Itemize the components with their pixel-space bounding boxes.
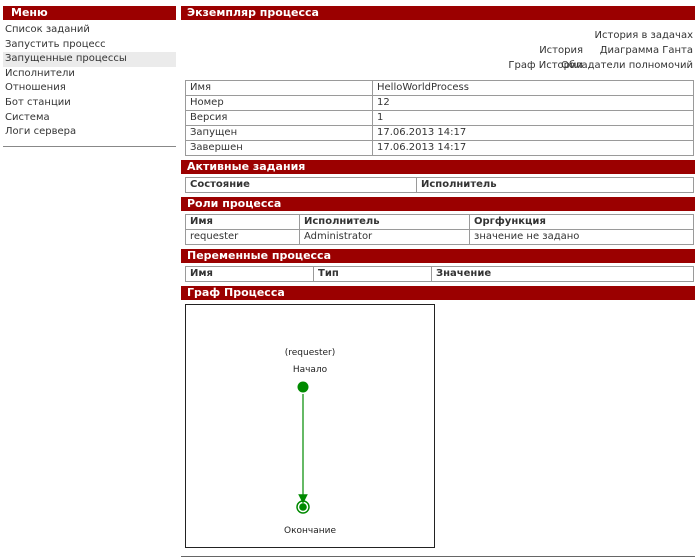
info-value-started: 17.06.2013 14:17: [372, 125, 694, 141]
table-row: requester Administrator значение не зада…: [185, 229, 694, 245]
sidebar-title: Меню: [3, 6, 176, 20]
gantt-chart-link[interactable]: Диаграмма Ганта: [600, 45, 693, 56]
info-label-finished: Завершен: [185, 140, 373, 156]
sidebar-list: Список заданий Запустить процесс Запущен…: [3, 20, 176, 147]
process-graph-title: Граф Процесса: [181, 286, 695, 300]
sidebar-item-bot-station[interactable]: Бот станции: [3, 96, 176, 111]
column-header-state: Состояние: [185, 177, 417, 193]
process-variables-title: Переменные процесса: [181, 249, 695, 263]
process-roles-table: Имя Исполнитель Оргфункция requester Adm…: [185, 214, 694, 245]
table-header-row: Имя Тип Значение: [185, 266, 694, 282]
sidebar-item-task-list[interactable]: Список заданий: [3, 23, 176, 38]
history-link[interactable]: История: [539, 45, 583, 56]
sidebar-item-server-logs[interactable]: Логи сервера: [3, 125, 176, 140]
start-node[interactable]: [297, 381, 309, 393]
column-header-executor: Исполнитель: [416, 177, 694, 193]
sidebar-item-executors[interactable]: Исполнители: [3, 67, 176, 82]
process-info-table: Имя HelloWorldProcess Номер 12 Версия 1 …: [185, 80, 694, 156]
table-row: Имя HelloWorldProcess: [185, 80, 694, 96]
role-org-function-cell: значение не задано: [469, 229, 694, 245]
info-value-version: 1: [372, 110, 694, 126]
task-history-link[interactable]: История в задачах: [595, 30, 693, 41]
active-tasks-table: Состояние Исполнитель: [185, 177, 694, 193]
table-header-row: Состояние Исполнитель: [185, 177, 694, 193]
table-row: Завершен 17.06.2013 14:17: [185, 140, 694, 156]
sidebar-menu: Меню Список заданий Запустить процесс За…: [3, 6, 176, 147]
permission-holders-link[interactable]: Обладатели полномочий: [561, 60, 693, 71]
column-header-executor: Исполнитель: [299, 214, 470, 230]
end-node-label: Окончание: [283, 526, 336, 536]
info-value-name: HelloWorldProcess: [372, 80, 694, 96]
info-label-number: Номер: [185, 95, 373, 111]
active-tasks-title: Активные задания: [181, 160, 695, 174]
role-name-cell: requester: [185, 229, 300, 245]
table-row: Запущен 17.06.2013 14:17: [185, 125, 694, 141]
sidebar-item-running-processes[interactable]: Запущенные процессы: [3, 52, 176, 67]
sidebar-item-relations[interactable]: Отношения: [3, 81, 176, 96]
process-graph: (requester) Начало Окончание: [185, 304, 435, 548]
column-header-value: Значение: [431, 266, 694, 282]
column-header-name: Имя: [185, 266, 314, 282]
process-variables-table: Имя Тип Значение: [185, 266, 694, 282]
bottom-divider: [181, 556, 695, 557]
role-executor-cell: Administrator: [299, 229, 470, 245]
table-row: Номер 12: [185, 95, 694, 111]
process-instance-title: Экземпляр процесса: [181, 6, 695, 20]
process-graph-canvas: [296, 381, 310, 514]
info-label-name: Имя: [185, 80, 373, 96]
end-node-inner: [299, 503, 307, 511]
sidebar-item-system[interactable]: Система: [3, 111, 176, 126]
column-header-org-function: Оргфункция: [469, 214, 694, 230]
info-value-finished: 17.06.2013 14:17: [372, 140, 694, 156]
column-header-type: Тип: [313, 266, 432, 282]
process-links: История в задачах История Диаграмма Гант…: [181, 20, 695, 76]
main-content: Экземпляр процесса История в задачах Ист…: [181, 6, 695, 548]
info-label-started: Запущен: [185, 125, 373, 141]
table-header-row: Имя Исполнитель Оргфункция: [185, 214, 694, 230]
process-roles-title: Роли процесса: [181, 197, 695, 211]
info-label-version: Версия: [185, 110, 373, 126]
column-header-name: Имя: [185, 214, 300, 230]
sidebar-item-start-process[interactable]: Запустить процесс: [3, 38, 176, 53]
table-row: Версия 1: [185, 110, 694, 126]
info-value-number: 12: [372, 95, 694, 111]
